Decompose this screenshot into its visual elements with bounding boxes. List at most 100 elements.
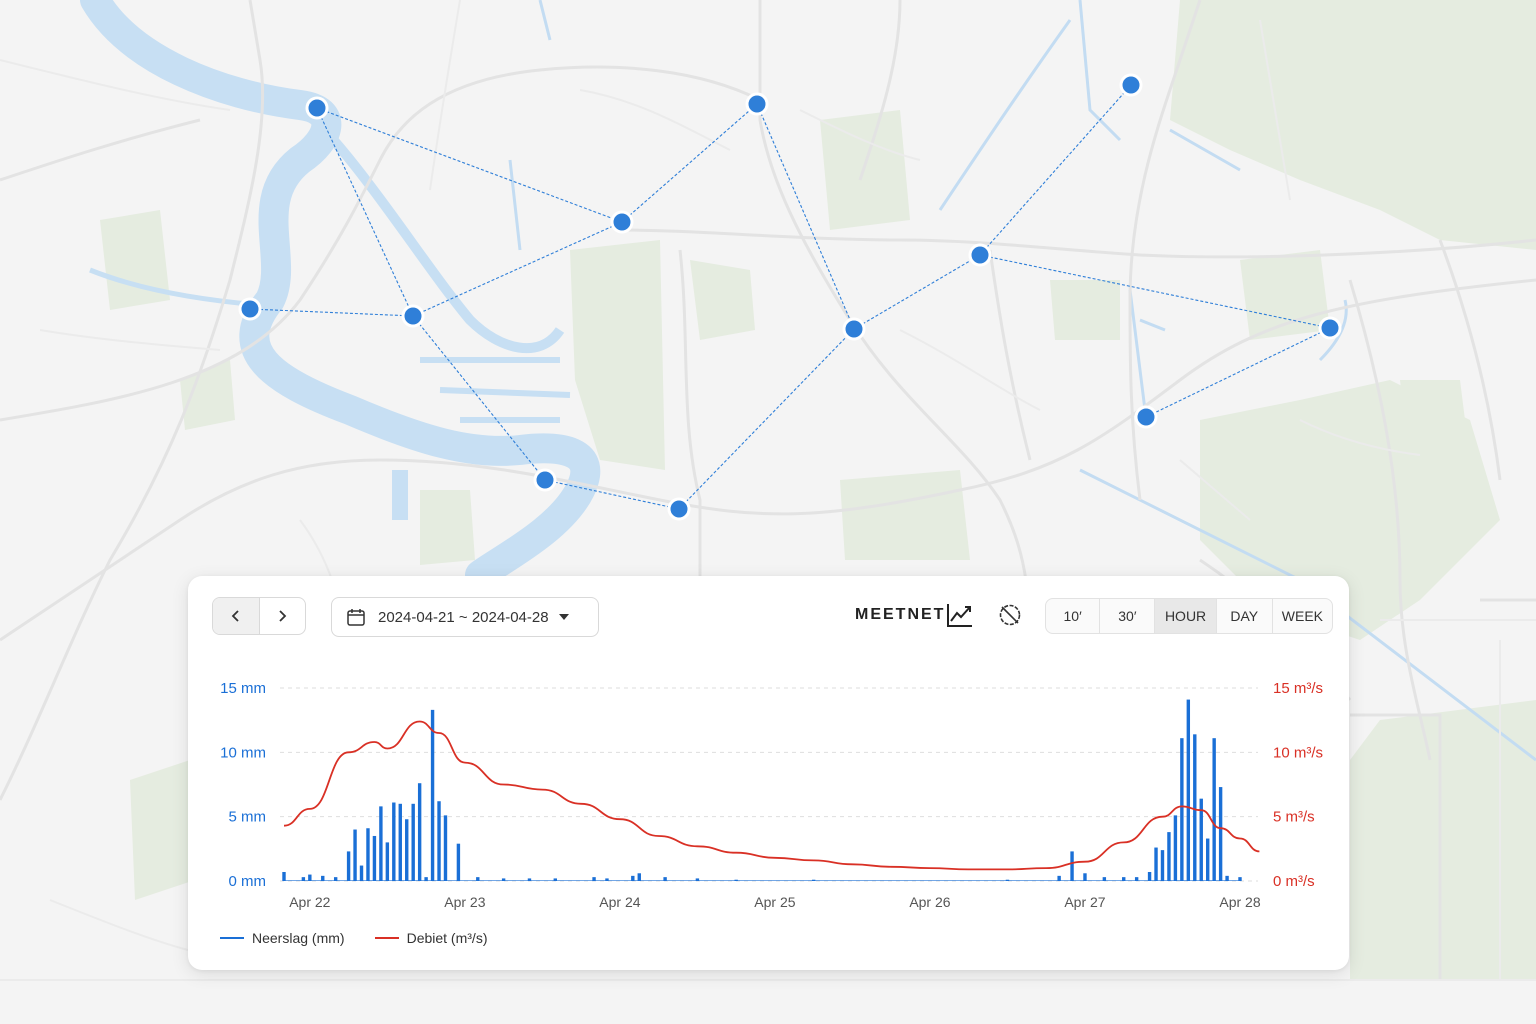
chevron-left-icon xyxy=(231,610,239,622)
y-left-tick-label: 10 mm xyxy=(220,744,266,761)
x-tick-label: Apr 23 xyxy=(444,894,485,910)
precipitation-bar xyxy=(308,874,312,881)
precipitation-bar xyxy=(734,879,738,881)
precipitation-bar xyxy=(301,877,306,881)
precipitation-bar xyxy=(501,878,506,881)
precipitation-bar xyxy=(333,877,338,881)
precipitation-bar xyxy=(321,875,325,881)
station-marker[interactable] xyxy=(610,210,634,234)
station-marker[interactable] xyxy=(238,297,262,321)
station-marker[interactable] xyxy=(401,304,425,328)
precipitation-bar xyxy=(1173,815,1178,881)
precipitation-bar xyxy=(1083,873,1087,881)
station-marker[interactable] xyxy=(968,243,992,267)
precipitation-bar xyxy=(417,783,422,881)
precipitation-bar xyxy=(366,828,370,881)
resolution-10min[interactable]: 10′ xyxy=(1046,599,1101,633)
precipitation-bar xyxy=(353,829,357,881)
y-right-tick-label: 15 m³/s xyxy=(1273,680,1323,697)
precipitation-bar xyxy=(1057,875,1061,881)
precipitation-bar xyxy=(1070,851,1074,881)
precipitation-bar xyxy=(663,877,667,881)
previous-period-button[interactable] xyxy=(213,598,260,634)
precipitation-bars xyxy=(282,699,1242,881)
date-range-picker[interactable]: 2024-04-21 ~ 2024-04-28 xyxy=(331,597,599,637)
precipitation-bar xyxy=(527,878,532,881)
precipitation-bar xyxy=(1134,877,1139,881)
precipitation-bar xyxy=(437,801,441,881)
precipitation-bar xyxy=(398,803,402,881)
precipitation-bar xyxy=(1102,877,1107,881)
chevron-right-icon xyxy=(279,610,287,622)
resolution-30min[interactable]: 30′ xyxy=(1100,599,1156,633)
y-left-tick-label: 5 mm xyxy=(229,809,267,826)
next-period-button[interactable] xyxy=(260,598,306,634)
precipitation-bar xyxy=(637,873,641,881)
precipitation-bar xyxy=(1147,871,1152,881)
y-left-tick-label: 15 mm xyxy=(220,680,266,697)
caret-down-icon xyxy=(558,614,569,620)
x-tick-label: Apr 22 xyxy=(289,894,330,910)
station-marker[interactable] xyxy=(1318,316,1342,340)
resolution-hour[interactable]: HOUR xyxy=(1155,599,1217,633)
precipitation-bar xyxy=(1225,875,1229,881)
discharge-line xyxy=(283,720,1260,871)
legend-swatch xyxy=(374,937,399,939)
precipitation-bar xyxy=(456,843,461,881)
chart-grid xyxy=(280,687,1258,882)
station-marker[interactable] xyxy=(1119,73,1143,97)
precipitation-bar xyxy=(605,878,609,881)
station-marker[interactable] xyxy=(745,92,769,116)
right-axis-labels: 0 m³/s 5 m³/s 10 m³/s 15 m³/s xyxy=(1273,680,1323,890)
precipitation-bar xyxy=(553,878,557,881)
station-marker[interactable] xyxy=(305,96,329,120)
precipitation-bar xyxy=(424,877,428,881)
left-axis-labels: 0 mm 5 mm 10 mm 15 mm xyxy=(220,680,266,890)
legend-item-discharge[interactable]: Debiet (m³/s) xyxy=(374,930,488,946)
station-marker[interactable] xyxy=(667,497,691,521)
precipitation-bar xyxy=(411,803,415,881)
resolution-week[interactable]: WEEK xyxy=(1273,599,1332,633)
precipitation-bar xyxy=(1180,738,1184,881)
date-range-value: 2024-04-21 ~ 2024-04-28 xyxy=(378,608,549,626)
y-right-tick-label: 5 m³/s xyxy=(1273,809,1315,826)
precipitation-bar xyxy=(282,871,286,881)
chart-legend: Neerslag (mm) Debiet (m³/s) xyxy=(220,930,517,946)
y-right-tick-label: 0 m³/s xyxy=(1273,873,1315,890)
legend-label: Neerslag (mm) xyxy=(252,930,345,946)
x-tick-label: Apr 24 xyxy=(599,894,640,910)
station-marker[interactable] xyxy=(533,468,557,492)
precipitation-bar xyxy=(385,842,390,881)
precipitation-bar xyxy=(1122,877,1126,881)
precipitation-bar xyxy=(392,802,396,881)
legend-item-precipitation[interactable]: Neerslag (mm) xyxy=(220,930,345,946)
resolution-day[interactable]: DAY xyxy=(1217,599,1273,633)
calendar-icon xyxy=(347,609,365,626)
precipitation-bar xyxy=(1218,787,1223,881)
precipitation-bar xyxy=(1167,832,1171,881)
precipitation-bar xyxy=(372,835,377,881)
x-tick-label: Apr 28 xyxy=(1219,894,1260,910)
precipitation-bar xyxy=(1212,738,1216,881)
trend-chart-icon xyxy=(947,604,972,627)
station-marker[interactable] xyxy=(1134,405,1158,429)
precipitation-bar xyxy=(1193,734,1197,881)
precipitation-bar xyxy=(1238,877,1242,881)
precipitation-bar xyxy=(695,878,700,881)
period-nav xyxy=(212,597,306,635)
timeseries-chart[interactable]: 0 mm 5 mm 10 mm 15 mm 0 m³/s 5 m³/s 10 m³/s 15… xyxy=(188,676,1349,916)
precipitation-bar xyxy=(1160,850,1165,881)
precipitation-bar xyxy=(405,819,409,881)
discharge-series-line xyxy=(283,720,1260,871)
precipitation-bar xyxy=(443,815,448,881)
y-right-tick-label: 10 m³/s xyxy=(1273,744,1323,761)
station-marker[interactable] xyxy=(842,317,866,341)
precipitation-bar xyxy=(1005,879,1010,881)
precipitation-bar xyxy=(592,877,596,881)
resolution-selector: 10′ 30′ HOUR DAY WEEK xyxy=(1045,598,1333,634)
precipitation-bar xyxy=(476,877,480,881)
precipitation-bar xyxy=(1154,847,1158,881)
legend-label: Debiet (m³/s) xyxy=(406,930,488,946)
x-tick-label: Apr 26 xyxy=(909,894,950,910)
no-data-icon[interactable] xyxy=(998,603,1022,627)
